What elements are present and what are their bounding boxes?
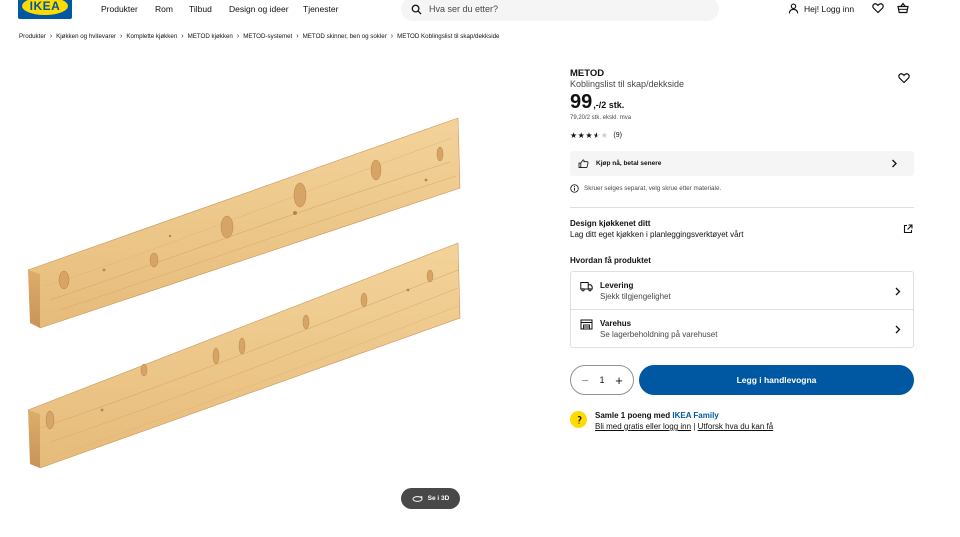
chevron-right-icon <box>892 159 897 168</box>
star-empty-icon: ★ <box>600 131 609 140</box>
rating-stars: ★★★★★ <box>570 131 608 140</box>
nav-item-tjenester[interactable]: Tjenester <box>303 4 338 14</box>
delivery-option-levering[interactable]: Levering Sjekk tilgjengelighet <box>571 272 913 310</box>
quantity-value[interactable]: 1 <box>599 375 604 385</box>
chevron-right-icon: › <box>296 33 299 40</box>
nav-item-produkter[interactable]: Produkter <box>101 4 138 14</box>
breadcrumb-item-current: METOD Koblingslist til skap/dekkside <box>397 33 500 40</box>
user-icon <box>788 3 799 14</box>
family-links: Bli med gratis eller logg inn | Utforsk … <box>595 422 773 431</box>
design-subtitle: Lag ditt eget kjøkken i planleggingsverk… <box>570 230 744 239</box>
thumbs-up-icon <box>578 159 589 168</box>
breadcrumb: Produkter › Kjøkken og hvitevarer › Komp… <box>19 33 499 40</box>
delivery-option-title: Levering <box>600 281 634 290</box>
breadcrumb-item[interactable]: METOD skinner, ben og sokler <box>303 33 387 40</box>
star-icon: ★ <box>585 131 594 140</box>
header: IKEA Produkter Rom Tilbud Design og idee… <box>0 0 960 22</box>
delivery-heading: Hvordan få produktet <box>570 256 651 265</box>
rating-count: (9) <box>613 132 622 139</box>
family-title: Samle 1 poeng med IKEA Family <box>595 411 773 420</box>
chevron-right-icon: › <box>49 33 53 40</box>
ikea-family-promo: Samle 1 poeng med IKEA Family Bli med gr… <box>570 411 773 431</box>
heart-icon[interactable] <box>872 2 884 14</box>
see-in-3d-label: Se i 3D <box>427 495 450 502</box>
see-in-3d-button[interactable]: Se i 3D <box>401 488 460 509</box>
breadcrumb-item[interactable]: Produkter <box>19 33 46 40</box>
search-bar[interactable] <box>401 0 719 21</box>
delivery-option-title: Varehus <box>600 319 632 328</box>
login-link[interactable]: Hej! Logg inn <box>788 3 854 14</box>
logo-oval: IKEA <box>22 0 68 15</box>
search-icon <box>411 4 422 15</box>
breadcrumb-item[interactable]: Komplette kjøkken <box>126 33 177 40</box>
search-input[interactable] <box>429 4 689 14</box>
heart-icon[interactable] <box>898 72 910 84</box>
info-icon <box>570 184 579 193</box>
buy-now-pay-later-banner[interactable]: Kjøp nå, betal senere <box>570 151 914 176</box>
product-price: 99 ,- /2 stk. <box>570 91 624 114</box>
bnpl-label: Kjøp nå, betal senere <box>596 160 662 167</box>
chevron-right-icon <box>895 325 901 334</box>
chevron-right-icon: › <box>390 33 394 40</box>
family-title-prefix: Samle 1 poeng med <box>595 411 673 420</box>
breadcrumb-item[interactable]: METOD kjøkken <box>188 33 233 40</box>
screw-note: Skruer selges separat, velg skrue etter … <box>570 184 721 193</box>
price-excl-vat: 79,20/2 stk. ekskl. mva <box>570 115 632 121</box>
external-link-icon[interactable] <box>903 224 913 234</box>
truck-icon <box>580 282 593 292</box>
chevron-right-icon <box>895 287 901 296</box>
delivery-option-subtitle: Se lagerbeholdning på varehuset <box>600 330 718 339</box>
screw-note-text: Skruer selges separat, velg skrue etter … <box>584 185 722 192</box>
family-brand: IKEA Family <box>672 411 719 420</box>
product-name: METOD <box>570 68 605 79</box>
divider <box>570 207 914 208</box>
chevron-right-icon: › <box>236 33 240 40</box>
product-description: Koblingslist til skap/dekkside <box>570 79 685 89</box>
cart-icon[interactable] <box>897 2 909 14</box>
logo-text: IKEA <box>29 0 61 13</box>
star-half-icon: ★ <box>593 131 601 140</box>
nav-item-design-og-ideer[interactable]: Design og ideer <box>229 4 289 14</box>
delivery-options: Levering Sjekk tilgjengelighet Varehus S… <box>570 271 914 348</box>
link-separator: | <box>693 422 696 431</box>
rating[interactable]: ★★★★★ (9) <box>570 131 622 140</box>
login-label: Hej! Logg inn <box>804 3 855 14</box>
star-icon: ★ <box>570 131 578 140</box>
chevron-right-icon: › <box>181 33 184 40</box>
family-points-icon <box>570 411 587 428</box>
add-to-cart-button[interactable]: Legg i handlevogna <box>639 365 914 395</box>
join-family-link[interactable]: Bli med gratis eller logg inn <box>595 422 691 431</box>
delivery-option-subtitle: Sjekk tilgjengelighet <box>600 292 671 301</box>
nav-item-tilbud[interactable]: Tilbud <box>189 4 212 14</box>
delivery-option-varehus[interactable]: Varehus Se lagerbeholdning på varehuset <box>571 310 913 348</box>
breadcrumb-item[interactable]: Kjøkken og hvitevarer <box>56 33 116 40</box>
chevron-right-icon: › <box>120 33 123 40</box>
nav-item-rom[interactable]: Rom <box>155 4 173 14</box>
price-integer: 99 <box>570 91 593 113</box>
3d-rotate-icon <box>412 495 423 502</box>
design-kitchen-link[interactable]: Design kjøkkenet ditt Lag ditt eget kjøk… <box>570 219 743 239</box>
store-icon <box>580 319 593 330</box>
price-unit: /2 stk. <box>598 100 625 110</box>
product-image[interactable] <box>20 110 470 480</box>
ikea-logo[interactable]: IKEA <box>18 0 72 19</box>
decrease-quantity-button[interactable]: − <box>580 374 590 387</box>
design-title: Design kjøkkenet ditt <box>570 219 651 228</box>
breadcrumb-item[interactable]: METOD-systemet <box>243 33 292 40</box>
explore-family-link[interactable]: Utforsk hva du kan få <box>698 422 774 431</box>
increase-quantity-button[interactable]: + <box>614 374 624 387</box>
quantity-stepper: − 1 + <box>570 365 634 395</box>
